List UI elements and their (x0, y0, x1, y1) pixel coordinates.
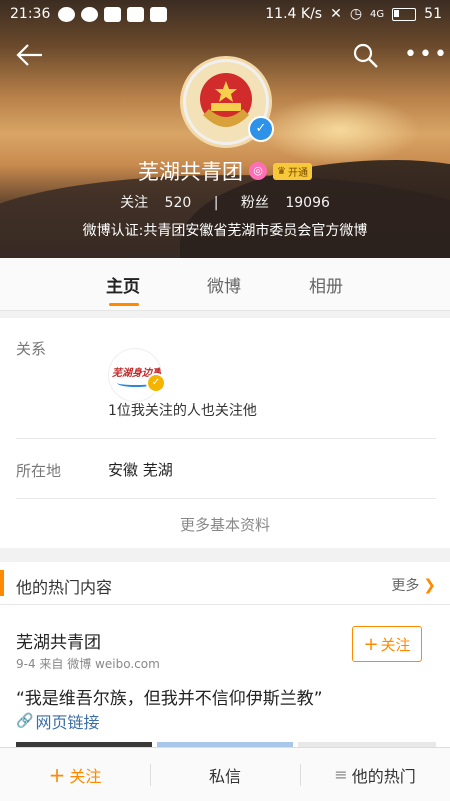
stats-separator: | (213, 195, 219, 211)
hot-content-section: 他的热门内容 更多 ❯ 芜湖共青团 9-4 来自 微博 weibo.com + … (0, 562, 450, 752)
section-accent-bar (0, 570, 4, 596)
status-bar: 21:36 11.4 K/s ✕ ◷ 4G 51 (0, 0, 450, 28)
profile-name: 芜湖共青团 (138, 160, 244, 184)
divider (16, 498, 436, 499)
network-type: 4G (370, 8, 385, 20)
web-link[interactable]: 🔗 网页链接 (16, 709, 99, 733)
divider (0, 604, 450, 605)
message-button[interactable]: 私信 (150, 748, 300, 801)
crown-icon: ♛ (277, 165, 286, 177)
chat-icon (58, 6, 76, 22)
app-icon (127, 6, 145, 22)
search-icon[interactable] (352, 42, 380, 70)
tab-weibo[interactable]: 微博 (207, 272, 241, 297)
basic-info-card: 关系 芜湖身边事 ✓ 1位我关注的人也关注他 所在地 安徽 芜湖 更多基本资料 (0, 318, 450, 548)
post-follow-button[interactable]: + 关注 (352, 626, 422, 662)
status-time: 21:36 (10, 6, 51, 22)
verified-badge-icon: ✓ (248, 116, 274, 142)
certification-text: 微博认证:共青团安徽省芜湖市委员会官方微博 (82, 223, 368, 239)
alarm-icon: ◷ (349, 6, 363, 22)
followers-stat[interactable]: 粉丝 19096 (235, 195, 336, 211)
post-text[interactable]: “我是维吾尔族，但我并不信仰伊斯兰教” (16, 684, 323, 709)
following-stat[interactable]: 关注 520 (114, 195, 202, 211)
post-author[interactable]: 芜湖共青团 (16, 628, 101, 653)
active-tab-indicator (109, 303, 139, 306)
more-basic-info-link[interactable]: 更多基本资料 (0, 514, 450, 535)
back-arrow-icon[interactable] (14, 42, 44, 68)
tab-album[interactable]: 相册 (309, 272, 343, 297)
location-value: 安徽 芜湖 (108, 461, 173, 479)
battery-level: 51 (424, 6, 442, 22)
mute-icon: ✕ (330, 6, 342, 22)
chevron-right-icon: ❯ (423, 576, 436, 594)
his-hot-button[interactable]: ≡ 他的热门 (300, 748, 450, 801)
location-label: 所在地 (16, 462, 62, 480)
bottom-action-bar: + 关注 私信 ≡ 他的热门 (0, 747, 450, 801)
verified-badge-icon: ✓ (146, 373, 166, 393)
profile-name-row: 芜湖共青团 ◎ ♛ 开通 (0, 156, 450, 186)
network-speed: 11.4 K/s (265, 6, 323, 22)
profile-header: 21:36 11.4 K/s ✕ ◷ 4G 51 ••• ✓ 芜湖共青团 ◎ ♛… (0, 0, 450, 258)
vip-open-badge[interactable]: ♛ 开通 (273, 162, 312, 180)
post-meta: 9-4 来自 微博 weibo.com (16, 657, 160, 671)
plus-icon: + (48, 762, 66, 787)
sunrise-glow (260, 95, 420, 165)
plus-icon: + (363, 633, 379, 655)
battery-icon (392, 7, 417, 21)
link-icon: 🔗 (16, 713, 34, 729)
hot-more-link[interactable]: 更多 ❯ (391, 575, 436, 595)
profile-stats: 关注 520 | 粉丝 19096 (0, 192, 450, 212)
follow-button[interactable]: + 关注 (0, 748, 150, 801)
video-icon (104, 6, 122, 22)
profile-tabs: 主页 微博 相册 (0, 258, 450, 311)
more-options-icon[interactable]: ••• (404, 44, 449, 66)
member-icon[interactable]: ◎ (249, 162, 268, 180)
hot-content-title: 他的热门内容 (16, 578, 113, 597)
relation-label: 关系 (16, 340, 47, 358)
tab-home[interactable]: 主页 (106, 272, 140, 297)
menu-icon: ≡ (334, 765, 348, 784)
divider (16, 438, 436, 439)
message-icon (81, 6, 99, 22)
relation-text[interactable]: 1位我关注的人也关注他 (108, 400, 257, 420)
photo-icon (150, 6, 168, 22)
